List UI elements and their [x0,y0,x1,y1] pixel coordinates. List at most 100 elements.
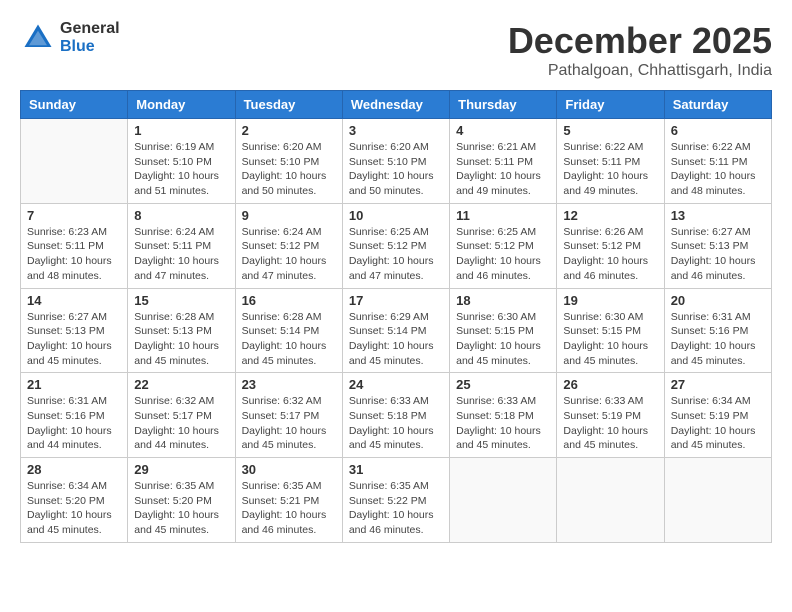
day-info: Sunrise: 6:29 AM Sunset: 5:14 PM Dayligh… [349,310,443,369]
calendar-cell: 22Sunrise: 6:32 AM Sunset: 5:17 PM Dayli… [128,373,235,458]
calendar-week-row: 7 Sunrise: 6:23 AM Sunset: 5:11 PM Daylig… [21,203,772,288]
page-header: General Blue December 2025 Pathalgoan, C… [20,20,772,80]
day-info: Sunrise: 6:26 AM Sunset: 5:12 PM Dayligh… [563,225,657,284]
day-number: 12 [563,208,657,223]
day-info: Sunrise: 6:33 AM Sunset: 5:19 PM Dayligh… [563,394,657,453]
calendar-cell: 7 Sunrise: 6:23 AM Sunset: 5:11 PM Daylig… [21,203,128,288]
day-info: Sunrise: 6:27 AM Sunset: 5:13 PM Dayligh… [671,225,765,284]
calendar-cell: 5 Sunrise: 6:22 AM Sunset: 5:11 PM Daylig… [557,119,664,204]
calendar-cell: 27Sunrise: 6:34 AM Sunset: 5:19 PM Dayli… [664,373,771,458]
day-number: 7 [27,208,121,223]
day-number: 4 [456,123,550,138]
day-number: 27 [671,377,765,392]
calendar-cell: 18 Sunrise: 6:30 AM Sunset: 5:15 PM Dayli… [450,288,557,373]
calendar-cell: 13 Sunrise: 6:27 AM Sunset: 5:13 PM Dayli… [664,203,771,288]
day-info: Sunrise: 6:35 AM Sunset: 5:22 PM Dayligh… [349,479,443,538]
day-number: 30 [242,462,336,477]
logo-general: General [60,20,120,38]
day-number: 21 [27,377,121,392]
calendar-day-header: Wednesday [342,91,449,119]
calendar-day-header: Thursday [450,91,557,119]
calendar-cell: 23 Sunrise: 6:32 AM Sunset: 5:17 PM Dayli… [235,373,342,458]
calendar-cell: 12 Sunrise: 6:26 AM Sunset: 5:12 PM Dayli… [557,203,664,288]
day-number: 16 [242,293,336,308]
calendar-week-row: 14 Sunrise: 6:27 AM Sunset: 5:13 PM Dayli… [21,288,772,373]
day-number: 13 [671,208,765,223]
day-info: Sunrise: 6:31 AM Sunset: 5:16 PM Dayligh… [671,310,765,369]
day-info: Sunrise: 6:33 AM Sunset: 5:18 PM Dayligh… [456,394,550,453]
day-number: 6 [671,123,765,138]
day-number: 1 [134,123,228,138]
calendar-cell: 17 Sunrise: 6:29 AM Sunset: 5:14 PM Dayli… [342,288,449,373]
day-info: Sunrise: 6:21 AM Sunset: 5:11 PM Dayligh… [456,140,550,199]
day-number: 28 [27,462,121,477]
day-number: 22 [134,377,228,392]
location: Pathalgoan, Chhattisgarh, India [508,62,772,80]
day-info: Sunrise: 6:25 AM Sunset: 5:12 PM Dayligh… [349,225,443,284]
day-number: 3 [349,123,443,138]
day-info: Sunrise: 6:22 AM Sunset: 5:11 PM Dayligh… [671,140,765,199]
day-info: Sunrise: 6:24 AM Sunset: 5:11 PM Dayligh… [134,225,228,284]
day-number: 15 [134,293,228,308]
calendar-day-header: Tuesday [235,91,342,119]
day-number: 8 [134,208,228,223]
day-info: Sunrise: 6:19 AM Sunset: 5:10 PM Dayligh… [134,140,228,199]
day-info: Sunrise: 6:31 AM Sunset: 5:16 PM Dayligh… [27,394,121,453]
day-number: 14 [27,293,121,308]
day-info: Sunrise: 6:22 AM Sunset: 5:11 PM Dayligh… [563,140,657,199]
calendar-cell: 8 Sunrise: 6:24 AM Sunset: 5:11 PM Daylig… [128,203,235,288]
day-info: Sunrise: 6:30 AM Sunset: 5:15 PM Dayligh… [563,310,657,369]
calendar-cell: 1 Sunrise: 6:19 AM Sunset: 5:10 PM Daylig… [128,119,235,204]
calendar-cell: 26 Sunrise: 6:33 AM Sunset: 5:19 PM Dayli… [557,373,664,458]
day-number: 31 [349,462,443,477]
day-info: Sunrise: 6:25 AM Sunset: 5:12 PM Dayligh… [456,225,550,284]
day-info: Sunrise: 6:20 AM Sunset: 5:10 PM Dayligh… [349,140,443,199]
calendar-cell [557,458,664,543]
calendar-cell: 29 Sunrise: 6:35 AM Sunset: 5:20 PM Dayli… [128,458,235,543]
calendar-cell: 28 Sunrise: 6:34 AM Sunset: 5:20 PM Dayli… [21,458,128,543]
calendar-cell: 9 Sunrise: 6:24 AM Sunset: 5:12 PM Daylig… [235,203,342,288]
day-info: Sunrise: 6:35 AM Sunset: 5:20 PM Dayligh… [134,479,228,538]
day-info: Sunrise: 6:28 AM Sunset: 5:14 PM Dayligh… [242,310,336,369]
day-info: Sunrise: 6:32 AM Sunset: 5:17 PM Dayligh… [242,394,336,453]
day-number: 24 [349,377,443,392]
day-number: 23 [242,377,336,392]
calendar-header-row: SundayMondayTuesdayWednesdayThursdayFrid… [21,91,772,119]
calendar-week-row: 1 Sunrise: 6:19 AM Sunset: 5:10 PM Daylig… [21,119,772,204]
month-title: December 2025 [508,20,772,62]
day-info: Sunrise: 6:34 AM Sunset: 5:20 PM Dayligh… [27,479,121,538]
calendar-day-header: Monday [128,91,235,119]
day-info: Sunrise: 6:27 AM Sunset: 5:13 PM Dayligh… [27,310,121,369]
day-info: Sunrise: 6:33 AM Sunset: 5:18 PM Dayligh… [349,394,443,453]
calendar-cell: 16 Sunrise: 6:28 AM Sunset: 5:14 PM Dayli… [235,288,342,373]
calendar-day-header: Friday [557,91,664,119]
day-number: 5 [563,123,657,138]
day-info: Sunrise: 6:30 AM Sunset: 5:15 PM Dayligh… [456,310,550,369]
day-number: 2 [242,123,336,138]
calendar-cell: 21 Sunrise: 6:31 AM Sunset: 5:16 PM Dayli… [21,373,128,458]
logo-blue: Blue [60,38,120,56]
calendar-cell: 30Sunrise: 6:35 AM Sunset: 5:21 PM Dayli… [235,458,342,543]
day-number: 25 [456,377,550,392]
title-block: December 2025 Pathalgoan, Chhattisgarh, … [508,20,772,80]
logo-text: General Blue [60,20,120,56]
day-info: Sunrise: 6:24 AM Sunset: 5:12 PM Dayligh… [242,225,336,284]
calendar-cell [664,458,771,543]
calendar-cell: 10 Sunrise: 6:25 AM Sunset: 5:12 PM Dayli… [342,203,449,288]
day-number: 26 [563,377,657,392]
day-number: 10 [349,208,443,223]
calendar-cell: 4 Sunrise: 6:21 AM Sunset: 5:11 PM Daylig… [450,119,557,204]
day-number: 29 [134,462,228,477]
calendar-week-row: 28 Sunrise: 6:34 AM Sunset: 5:20 PM Dayli… [21,458,772,543]
day-info: Sunrise: 6:23 AM Sunset: 5:11 PM Dayligh… [27,225,121,284]
day-number: 9 [242,208,336,223]
calendar-day-header: Sunday [21,91,128,119]
day-info: Sunrise: 6:28 AM Sunset: 5:13 PM Dayligh… [134,310,228,369]
logo-icon [20,20,56,56]
day-number: 18 [456,293,550,308]
day-number: 11 [456,208,550,223]
calendar-week-row: 21 Sunrise: 6:31 AM Sunset: 5:16 PM Dayli… [21,373,772,458]
day-info: Sunrise: 6:20 AM Sunset: 5:10 PM Dayligh… [242,140,336,199]
calendar-cell: 6 Sunrise: 6:22 AM Sunset: 5:11 PM Daylig… [664,119,771,204]
day-number: 17 [349,293,443,308]
